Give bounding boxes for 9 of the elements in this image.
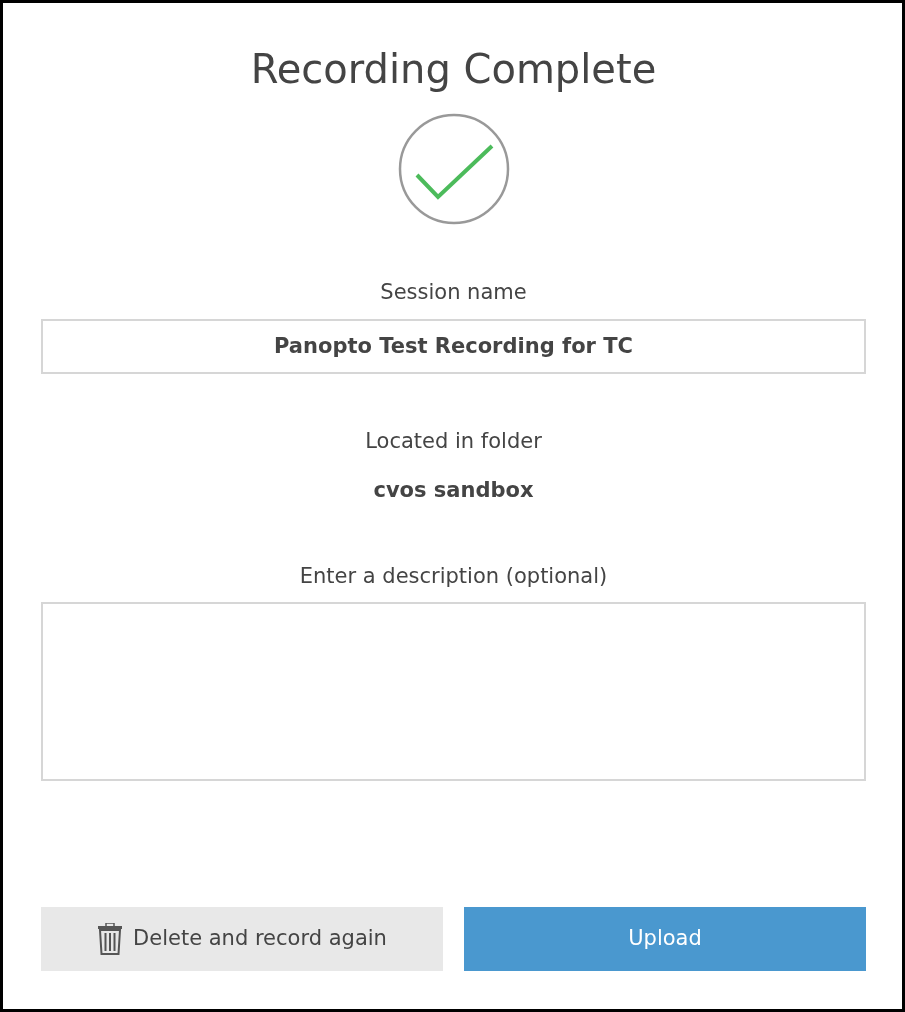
folder-name: cvos sandbox bbox=[373, 477, 534, 504]
field-label: Session name bbox=[380, 279, 527, 306]
description-field[interactable] bbox=[41, 602, 866, 781]
field-label: Enter a description (optional) bbox=[299, 562, 608, 590]
field-label: Located in folder bbox=[365, 427, 542, 455]
trash-icon bbox=[97, 923, 124, 955]
delete-button[interactable]: Delete and record again bbox=[41, 907, 443, 971]
session-name-field[interactable]: Panopto Test Recording for TC bbox=[41, 318, 866, 374]
checkmark-icon bbox=[397, 113, 510, 225]
